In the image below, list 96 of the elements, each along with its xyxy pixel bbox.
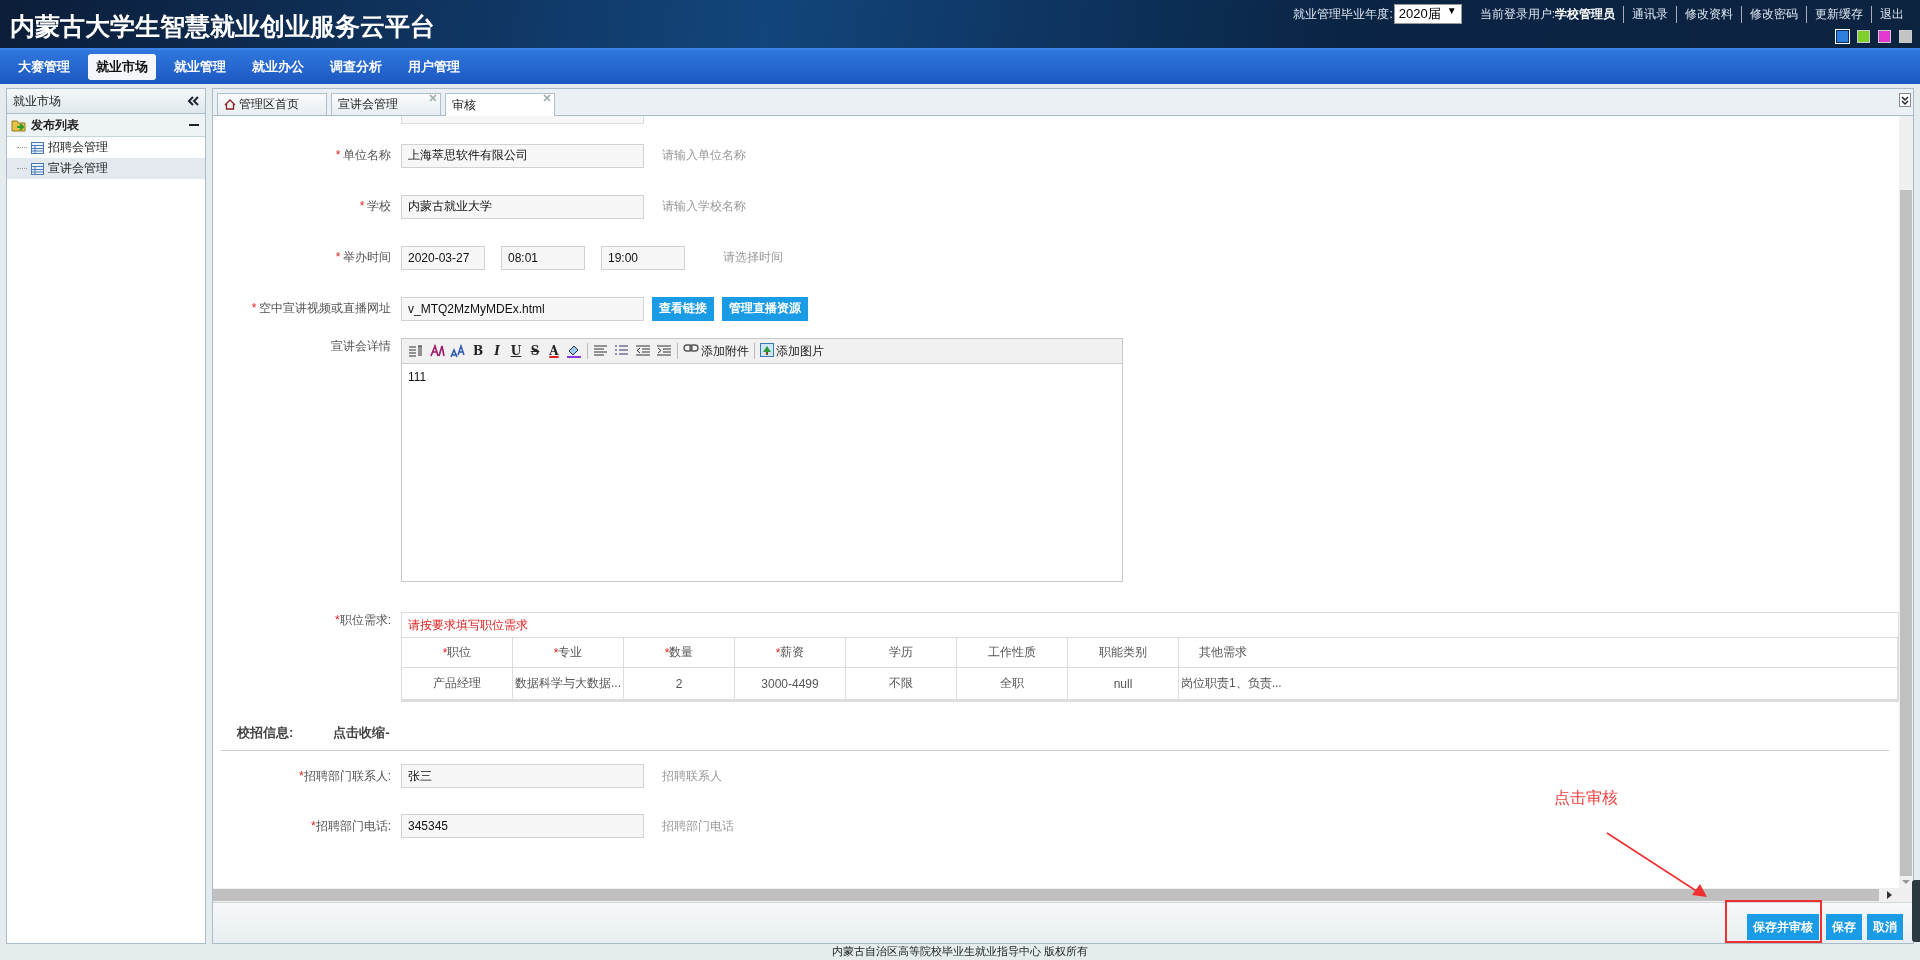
table-cell: 2 <box>624 667 735 701</box>
field-label: * 学校 <box>358 198 391 215</box>
column-header: *职位 <box>402 637 513 667</box>
table-icon <box>31 141 44 154</box>
header-link[interactable]: 通讯录 <box>1623 5 1676 23</box>
close-icon[interactable] <box>543 94 551 102</box>
table-cell: 不限 <box>846 667 957 701</box>
image-icon <box>760 342 774 357</box>
group-label[interactable]: 发布列表 <box>31 116 79 134</box>
indent-icon[interactable] <box>656 344 672 358</box>
column-header: 工作性质 <box>957 637 1068 667</box>
header-link[interactable]: 修改资料 <box>1676 5 1741 23</box>
year-dropdown[interactable]: 2020届 ▼ <box>1393 4 1462 24</box>
horizontal-scrollbar[interactable] <box>213 888 1913 902</box>
text-field[interactable]: 上海萃思软件有限公司 <box>401 143 644 168</box>
field-hint: 请输入单位名称 <box>662 147 746 164</box>
year-label: 就业管理毕业年度: <box>1293 5 1393 23</box>
table-cell: 数据科学与大数据... <box>513 667 624 701</box>
table-icon <box>31 162 44 175</box>
time-field[interactable]: 19:00 <box>601 245 685 270</box>
requirement-note: 请按要求填写职位需求 <box>407 617 529 634</box>
font-size-icon[interactable] <box>450 344 466 358</box>
site-title: 内蒙古大学生智慧就业创业服务云平台 <box>9 11 435 42</box>
fill-color-icon[interactable] <box>566 344 582 358</box>
attach-button[interactable]: 添加附件 <box>683 342 749 360</box>
column-header: *薪资 <box>735 637 846 667</box>
time-field[interactable]: 08:01 <box>501 245 585 270</box>
field-label: * 单位名称 <box>334 147 391 164</box>
nav-tab[interactable]: 大赛管理 <box>10 54 78 80</box>
sidebar-item[interactable]: 宣讲会管理 <box>7 158 205 179</box>
field-label: *职位需求: <box>334 612 391 629</box>
sidebar-title: 就业市场 <box>13 92 61 110</box>
format-button[interactable]: A <box>547 344 561 358</box>
sidebar-item[interactable]: 招聘会管理 <box>7 137 205 158</box>
collapse-link[interactable]: 点击收缩- <box>333 724 390 742</box>
page-tab[interactable]: 宣讲会管理 <box>331 93 441 115</box>
text-field[interactable]: 345345 <box>401 814 644 838</box>
text-field[interactable] <box>401 116 644 124</box>
table-cell: 3000-4499 <box>735 667 846 701</box>
nav-tab[interactable]: 调查分析 <box>322 54 390 80</box>
section-title: 校招信息: <box>237 724 294 742</box>
column-header: 学历 <box>846 637 957 667</box>
field-label: *招聘部门电话: <box>310 817 391 835</box>
format-button[interactable]: U <box>509 344 523 358</box>
vertical-scrollbar[interactable] <box>1899 116 1913 888</box>
field-hint: 招聘部门电话 <box>662 817 734 835</box>
field-hint: 请输入学校名称 <box>662 198 746 215</box>
field-label: * 举办时间 <box>334 249 391 266</box>
nav-tab[interactable]: 就业管理 <box>166 54 234 80</box>
table-cell: 全职 <box>957 667 1068 701</box>
page-tab[interactable]: 管理区首页 <box>217 93 327 115</box>
field-hint: 招聘联系人 <box>662 767 722 785</box>
current-user: 当前登录用户:学校管理员 <box>1479 5 1616 23</box>
column-header: 职能类别 <box>1068 637 1179 667</box>
align-icon[interactable] <box>593 344 609 358</box>
editor-text: 111 <box>407 369 428 386</box>
table-cell: 岗位职责1、负责... <box>1179 667 1898 701</box>
field-label: 宣讲会详情 <box>330 338 391 355</box>
annotation-text: 点击审核 <box>1554 788 1618 808</box>
chevron-down-icon[interactable] <box>1899 93 1911 107</box>
format-button[interactable]: B <box>471 344 485 358</box>
page-tab[interactable]: 审核 <box>445 93 555 116</box>
format-button[interactable]: S <box>528 344 542 358</box>
field-hint: 请选择时间 <box>723 249 783 266</box>
home-icon <box>224 99 236 110</box>
font-family-icon[interactable] <box>429 344 445 358</box>
field-label: *招聘部门联系人: <box>298 767 391 785</box>
outdent-icon[interactable] <box>635 344 651 358</box>
theme-swatch[interactable] <box>1836 30 1849 43</box>
nav-tab[interactable]: 就业市场 <box>88 54 156 80</box>
side-widget-icon <box>1912 880 1920 942</box>
url-field[interactable]: v_MTQ2MzMyMDEx.html <box>401 296 644 321</box>
header-link[interactable]: 修改密码 <box>1741 5 1806 23</box>
nav-tab[interactable]: 用户管理 <box>400 54 468 80</box>
folder-icon <box>11 118 27 132</box>
nav-tab[interactable]: 就业办公 <box>244 54 312 80</box>
paragraph-icon[interactable] <box>408 344 424 358</box>
column-header: 其他需求 <box>1179 637 1898 667</box>
rich-text-editor[interactable]: B I U S A 添加附件 添加图片 111 <box>401 338 1123 582</box>
column-header: *数量 <box>624 637 735 667</box>
link-icon <box>683 342 699 353</box>
image-button[interactable]: 添加图片 <box>760 342 824 360</box>
close-icon[interactable] <box>429 94 437 102</box>
text-field[interactable]: 张三 <box>401 764 644 788</box>
format-button[interactable]: I <box>490 344 504 358</box>
header-link[interactable]: 更新缓存 <box>1806 5 1871 23</box>
column-header: *专业 <box>513 637 624 667</box>
date-field[interactable]: 2020-03-27 <box>401 245 485 270</box>
field-label: * 空中宣讲视频或直播网址 <box>250 300 391 317</box>
table-cell: 产品经理 <box>402 667 513 701</box>
text-field[interactable]: 内蒙古就业大学 <box>401 194 644 219</box>
collapse-icon[interactable] <box>187 96 199 106</box>
table-cell: null <box>1068 667 1179 701</box>
copyright-footer: 内蒙古自治区高等院校毕业生就业指导中心 版权所有 <box>0 944 1920 960</box>
list-icon[interactable] <box>614 344 630 358</box>
header-link[interactable]: 退出 <box>1871 5 1912 23</box>
